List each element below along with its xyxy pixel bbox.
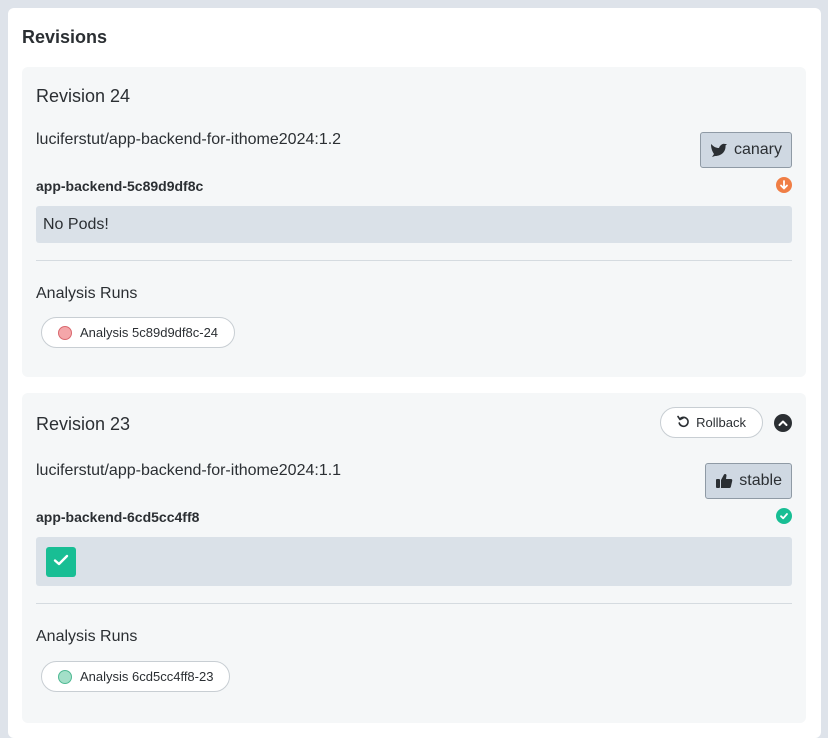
revision-title: Revision 23 <box>36 414 131 434</box>
tag-label: canary <box>733 141 782 158</box>
canary-tag[interactable]: canary <box>699 132 792 168</box>
chevron-up-icon[interactable] <box>774 414 792 432</box>
analysis-runs-title: Analysis Runs <box>36 628 138 645</box>
analysis-status-dot <box>58 669 72 684</box>
divider <box>36 603 792 604</box>
analysis-runs-title: Analysis Runs <box>36 285 138 302</box>
panel-title: Revisions <box>22 27 108 47</box>
check-icon <box>53 553 69 572</box>
container-image: luciferstut/app-backend-for-ithome2024:1… <box>36 131 342 148</box>
stable-tag[interactable]: stable <box>705 463 792 499</box>
replicaset-name: app-backend-6cd5cc4ff8 <box>36 509 200 525</box>
analysis-status-dot <box>58 325 72 340</box>
analysis-run-label: Analysis 6cd5cc4ff8-23 <box>80 669 214 684</box>
no-pods-text: No Pods! <box>43 216 109 233</box>
replicaset-name: app-backend-5c89d9df8c <box>36 178 204 194</box>
revision-card-23: Revision 23 Rollback luciferstut/app-bac… <box>22 393 806 723</box>
analysis-run-pill[interactable]: Analysis 5c89d9df8c-24 <box>41 317 236 348</box>
analysis-run-pill[interactable]: Analysis 6cd5cc4ff8-23 <box>41 661 231 692</box>
revision-card-24: Revision 24 luciferstut/app-backend-for-… <box>22 67 806 377</box>
container-image: luciferstut/app-backend-for-ithome2024:1… <box>36 462 342 479</box>
rollback-button[interactable]: Rollback <box>660 407 763 438</box>
pods-bar <box>36 537 792 586</box>
analysis-run-label: Analysis 5c89d9df8c-24 <box>80 325 219 340</box>
revision-title: Revision 24 <box>36 86 131 106</box>
canary-bird-icon <box>710 142 728 158</box>
healthy-check-icon <box>776 508 792 524</box>
rollback-label: Rollback <box>696 415 746 430</box>
tag-label: stable <box>739 472 782 489</box>
pod-running[interactable] <box>46 547 76 577</box>
undo-icon <box>677 415 690 431</box>
divider <box>36 260 792 261</box>
scaled-down-icon <box>776 177 792 193</box>
pods-bar: No Pods! <box>36 206 792 243</box>
revisions-panel: Revisions Revision 24 luciferstut/app-ba… <box>8 8 821 738</box>
thumbs-up-icon <box>715 473 733 489</box>
